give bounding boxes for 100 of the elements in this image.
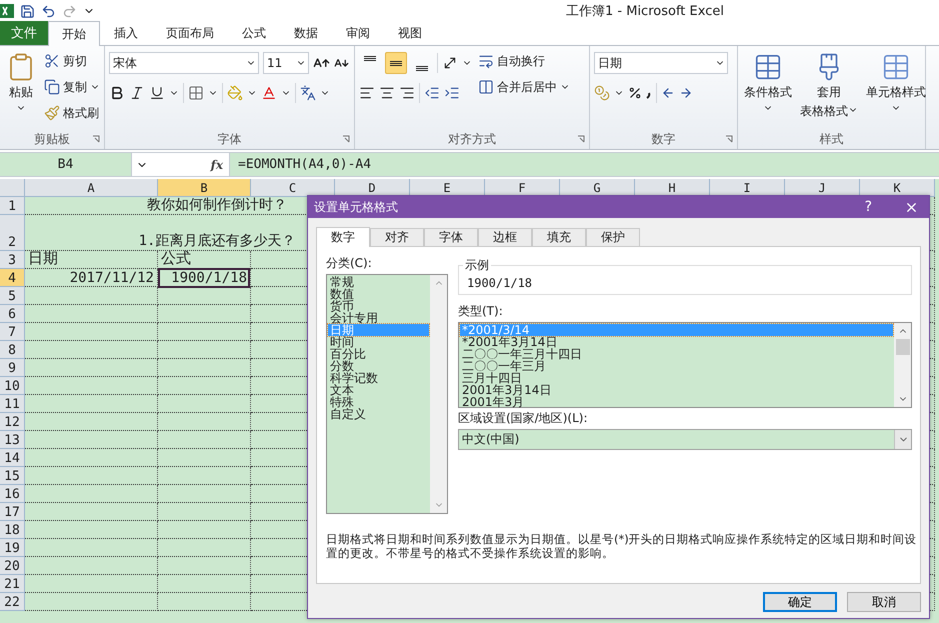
font-size-select[interactable]: 11 xyxy=(263,52,309,74)
table-cell[interactable]: 1900/1/18 xyxy=(160,270,248,286)
category-item[interactable]: 文本 xyxy=(328,384,429,396)
type-item[interactable]: 三月十四日 xyxy=(460,372,893,384)
italic-icon[interactable] xyxy=(129,85,145,101)
row-header[interactable]: 21 xyxy=(0,575,25,593)
insert-function-button[interactable]: fx xyxy=(210,158,223,172)
table-cell[interactable] xyxy=(158,521,251,539)
category-item[interactable]: 百分比 xyxy=(328,348,429,360)
table-cell[interactable] xyxy=(25,395,158,413)
table-cell[interactable] xyxy=(158,377,251,395)
category-item[interactable]: 时间 xyxy=(328,336,429,348)
table-cell[interactable] xyxy=(25,431,158,449)
table-cell[interactable] xyxy=(158,503,251,521)
ok-button[interactable]: 确定 xyxy=(763,592,837,612)
row-header[interactable]: 19 xyxy=(0,539,25,557)
type-item[interactable]: 二〇〇一年三月十四日 xyxy=(460,348,893,360)
locale-select[interactable]: 中文(中国) xyxy=(458,429,912,450)
ribbon-tab[interactable]: 视图 xyxy=(384,21,436,45)
table-cell[interactable] xyxy=(158,539,251,557)
row-header[interactable]: 12 xyxy=(0,413,25,431)
conditional-format-button[interactable]: 条件格式 xyxy=(742,50,794,129)
table-cell[interactable]: 日期 xyxy=(27,249,59,268)
scrollbar[interactable] xyxy=(894,323,911,407)
category-item[interactable]: 科学记数 xyxy=(328,372,429,384)
row-header[interactable]: 13 xyxy=(0,431,25,449)
ribbon-tab[interactable]: 页面布局 xyxy=(152,21,228,45)
table-cell[interactable]: 教你如何制作倒计时？ xyxy=(146,196,288,214)
row-header[interactable]: 20 xyxy=(0,557,25,575)
number-format-select[interactable]: 日期 xyxy=(594,52,728,74)
category-item[interactable]: 常规 xyxy=(328,276,429,288)
row-header[interactable]: 3 xyxy=(0,251,25,269)
table-cell[interactable] xyxy=(158,467,251,485)
dialog-tab[interactable]: 填充 xyxy=(532,228,586,246)
row-header[interactable]: 17 xyxy=(0,503,25,521)
wrap-text-button[interactable]: 自动换行 xyxy=(476,50,572,72)
table-cell[interactable] xyxy=(158,431,251,449)
table-cell[interactable] xyxy=(158,359,251,377)
dialog-launcher-icon[interactable] xyxy=(577,135,585,143)
table-cell[interactable] xyxy=(158,575,251,593)
table-cell[interactable] xyxy=(25,287,158,305)
formula-input[interactable]: =EOMONTH(A4,0)-A4 xyxy=(230,157,372,172)
table-cell[interactable] xyxy=(158,305,251,323)
category-item[interactable]: 数值 xyxy=(328,288,429,300)
align-left-icon[interactable] xyxy=(359,85,375,101)
row-header[interactable]: 22 xyxy=(0,593,25,611)
row-header[interactable]: 6 xyxy=(0,305,25,323)
dialog-tab[interactable]: 字体 xyxy=(424,228,478,246)
help-button[interactable]: ? xyxy=(858,198,878,216)
table-cell[interactable] xyxy=(25,359,158,377)
table-cell[interactable] xyxy=(25,539,158,557)
row-header[interactable]: 10 xyxy=(0,377,25,395)
ribbon-tab[interactable]: 开始 xyxy=(48,21,100,46)
table-cell[interactable] xyxy=(25,413,158,431)
row-header[interactable]: 11 xyxy=(0,395,25,413)
type-item[interactable]: *2001年3月14日 xyxy=(460,336,893,348)
font-name-select[interactable]: 宋体 xyxy=(109,52,259,74)
table-cell[interactable] xyxy=(25,341,158,359)
table-cell[interactable] xyxy=(158,323,251,341)
table-cell[interactable] xyxy=(158,593,251,611)
underline-icon[interactable] xyxy=(149,85,165,101)
fill-color-icon[interactable] xyxy=(227,85,243,101)
table-cell[interactable] xyxy=(25,449,158,467)
row-header[interactable]: 15 xyxy=(0,467,25,485)
copy-button[interactable]: 复制 xyxy=(42,76,102,98)
type-item[interactable]: 2001年3月14日 xyxy=(460,384,893,396)
category-item[interactable]: 特殊 xyxy=(328,396,429,408)
save-icon[interactable] xyxy=(20,4,35,18)
dialog-launcher-icon[interactable] xyxy=(92,135,100,143)
row-header[interactable]: 2 xyxy=(0,215,25,251)
dialog-tab[interactable]: 保护 xyxy=(586,228,640,246)
column-header[interactable]: B xyxy=(158,179,251,197)
dialog-tab[interactable]: 边框 xyxy=(478,228,532,246)
cancel-button[interactable]: 取消 xyxy=(847,592,921,612)
table-cell[interactable] xyxy=(158,395,251,413)
phonetic-icon[interactable] xyxy=(300,85,316,101)
table-cell[interactable] xyxy=(25,575,158,593)
row-header[interactable]: 18 xyxy=(0,521,25,539)
dialog-launcher-icon[interactable] xyxy=(725,135,733,143)
borders-icon[interactable] xyxy=(188,85,204,101)
table-cell[interactable] xyxy=(25,377,158,395)
column-header[interactable]: A xyxy=(25,179,158,197)
dialog-tab[interactable]: 数字 xyxy=(316,227,370,247)
increase-decimal-icon[interactable] xyxy=(661,86,675,100)
table-cell[interactable] xyxy=(158,341,251,359)
dialog-launcher-icon[interactable] xyxy=(342,135,350,143)
scroll-thumb[interactable] xyxy=(896,339,910,355)
table-cell[interactable]: 公式 xyxy=(160,249,192,268)
merge-center-button[interactable]: 合并后居中 xyxy=(476,76,572,98)
table-cell[interactable] xyxy=(158,413,251,431)
column-header[interactable]: C xyxy=(251,179,335,197)
table-cell[interactable] xyxy=(158,485,251,503)
table-cell[interactable] xyxy=(25,557,158,575)
font-color-icon[interactable] xyxy=(261,85,277,101)
paste-button[interactable]: 粘贴 xyxy=(4,50,38,129)
type-list[interactable]: *2001/3/14 *2001年3月14日 二〇〇一年三月十四日 二〇〇一年三月 三月十四日 2001年3月14日 2001年3月 xyxy=(458,322,912,408)
align-right-icon[interactable] xyxy=(399,85,415,101)
category-item[interactable]: 会计专用 xyxy=(328,312,429,324)
row-header[interactable]: 5 xyxy=(0,287,25,305)
table-cell[interactable] xyxy=(25,467,158,485)
